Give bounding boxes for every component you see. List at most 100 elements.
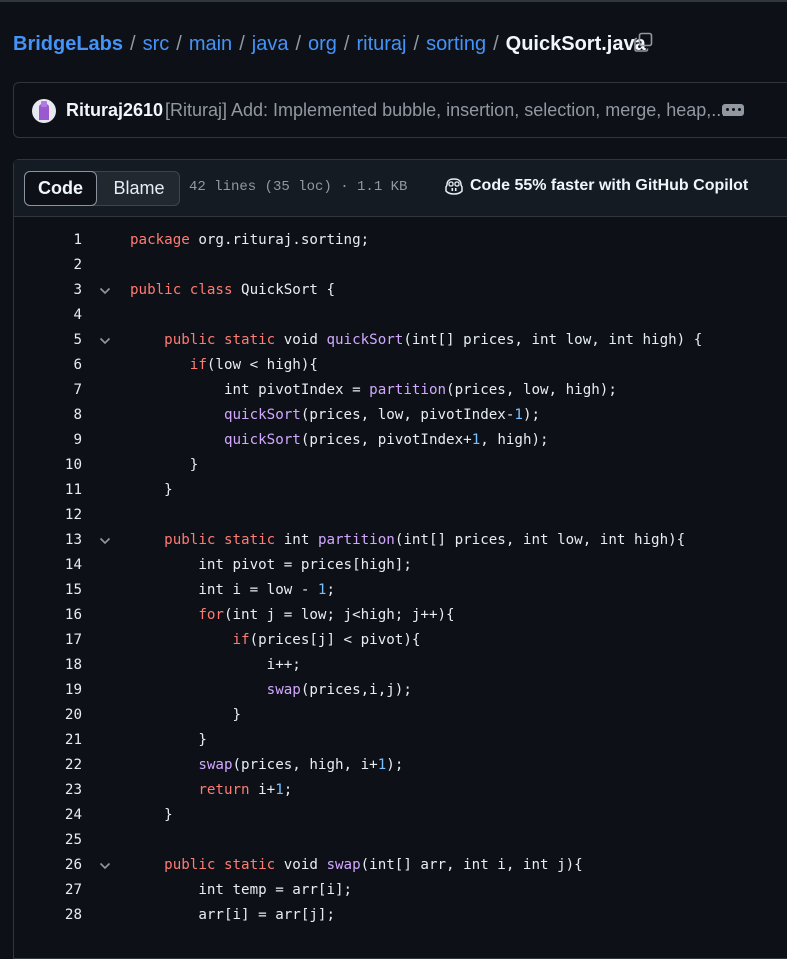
copy-path-button[interactable] (632, 30, 656, 54)
breadcrumb-separator: / (343, 32, 350, 55)
line-number[interactable]: 13 (22, 528, 82, 553)
avatar-head (41, 101, 47, 107)
line-number[interactable]: 3 (22, 278, 82, 303)
line-number[interactable]: 5 (22, 328, 82, 353)
line-number[interactable]: 12 (22, 503, 82, 528)
code-text: if(prices[j] < pivot){ (232, 632, 421, 648)
breadcrumb-separator: / (130, 32, 136, 55)
code-text: } (130, 482, 173, 498)
breadcrumb-main-link[interactable]: main (189, 33, 232, 56)
code-text: } (130, 732, 207, 748)
line-number[interactable]: 7 (22, 378, 82, 403)
tab-code[interactable]: Code (24, 171, 97, 206)
commit-author-link[interactable]: Rituraj2610 (66, 100, 163, 121)
code-text: int pivot = prices[high]; (130, 557, 412, 573)
code-text: for(int j = low; j<high; j++){ (198, 607, 455, 623)
line-number[interactable]: 19 (22, 678, 82, 703)
code-line: 23 return i+1; (14, 778, 787, 803)
code-line: 12 (14, 503, 787, 528)
code-line: 22 swap(prices, high, i+1); (14, 753, 787, 778)
code-line: 18 i++; (14, 653, 787, 678)
code-line: 6 if(low < high){ (14, 353, 787, 378)
breadcrumb-org-link[interactable]: org (308, 33, 337, 56)
line-number[interactable]: 16 (22, 603, 82, 628)
line-number[interactable]: 23 (22, 778, 82, 803)
code-text: int i = low - 1; (130, 582, 336, 598)
line-number[interactable]: 28 (22, 903, 82, 928)
code-text: return i+1; (198, 782, 293, 798)
kebab-horizontal-icon[interactable] (722, 104, 744, 116)
code-text: public static int partition(int[] prices… (164, 532, 686, 548)
line-number[interactable]: 2 (22, 253, 82, 278)
line-number[interactable]: 21 (22, 728, 82, 753)
line-number[interactable]: 6 (22, 353, 82, 378)
breadcrumb-rituraj-link[interactable]: rituraj (356, 33, 406, 56)
breadcrumb-separator: / (413, 32, 420, 55)
code-line: 27 int temp = arr[i]; (14, 878, 787, 903)
chevron-down-icon[interactable] (98, 284, 112, 298)
code-text: swap(prices, high, i+1); (198, 757, 404, 773)
chevron-down-icon[interactable] (98, 859, 112, 873)
code-text: quickSort(prices, pivotIndex+1, high); (223, 432, 549, 448)
copilot-promo-link[interactable]: Code 55% faster with GitHub Copilot (444, 177, 748, 195)
line-number[interactable]: 24 (22, 803, 82, 828)
latest-commit-box: Rituraj2610 [Rituraj] Add: Implemented b… (13, 82, 787, 138)
breadcrumb-separator: / (239, 32, 245, 55)
code-line: 3 public class QuickSort { (14, 278, 787, 303)
code-text: public static void quickSort(int[] price… (164, 332, 703, 348)
line-number[interactable]: 4 (22, 303, 82, 328)
line-number[interactable]: 17 (22, 628, 82, 653)
chevron-down-icon[interactable] (98, 334, 112, 348)
code-text: } (130, 457, 199, 473)
file-info: 42 lines (35 loc) · 1.1 KB (189, 179, 408, 195)
breadcrumb-separator: / (493, 32, 499, 55)
copilot-icon (445, 178, 463, 195)
line-number[interactable]: 9 (22, 428, 82, 453)
code-text: } (130, 707, 242, 723)
line-number[interactable]: 11 (22, 478, 82, 503)
line-number[interactable]: 22 (22, 753, 82, 778)
breadcrumb-separator: / (295, 32, 302, 55)
line-number[interactable]: 20 (22, 703, 82, 728)
code-line: 9 quickSort(prices, pivotIndex+1, high); (14, 428, 787, 453)
line-number[interactable]: 8 (22, 403, 82, 428)
breadcrumb-src-link[interactable]: src (143, 33, 170, 56)
line-number[interactable]: 18 (22, 653, 82, 678)
breadcrumb-java-link[interactable]: java (252, 33, 289, 56)
breadcrumb-repo-link[interactable]: BridgeLabs (13, 33, 123, 56)
chevron-down-icon[interactable] (98, 534, 112, 548)
code-line: 26 public static void swap(int[] arr, in… (14, 853, 787, 878)
code-text: if(low < high){ (189, 357, 318, 373)
code-text: int temp = arr[i]; (130, 882, 353, 898)
code-line: 16 for(int j = low; j<high; j++){ (14, 603, 787, 628)
code-text: public static void swap(int[] arr, int i… (164, 857, 583, 873)
line-number[interactable]: 15 (22, 578, 82, 603)
line-number[interactable]: 1 (22, 228, 82, 253)
code-line: 24 } (14, 803, 787, 828)
line-number[interactable]: 26 (22, 853, 82, 878)
file-header: Code Blame 42 lines (35 loc) · 1.1 KB Co… (14, 160, 787, 217)
code-text: public class QuickSort { (130, 282, 336, 298)
breadcrumb-sorting-link[interactable]: sorting (426, 33, 486, 56)
copilot-promo-text: Code 55% faster with GitHub Copilot (470, 177, 749, 194)
code-line: 4 (14, 303, 787, 328)
code-text: } (130, 807, 173, 823)
code-text: package org.rituraj.sorting; (130, 232, 370, 248)
code-line: 25 (14, 828, 787, 853)
breadcrumb-separator: / (176, 32, 182, 55)
line-number[interactable]: 14 (22, 553, 82, 578)
code-line: 1 package org.rituraj.sorting; (14, 228, 787, 253)
line-number[interactable]: 27 (22, 878, 82, 903)
avatar[interactable] (32, 99, 56, 123)
code-line: 19 swap(prices,i,j); (14, 678, 787, 703)
line-number[interactable]: 25 (22, 828, 82, 853)
code-line: 10 } (14, 453, 787, 478)
code-line: 21 } (14, 728, 787, 753)
commit-message-link[interactable]: [Rituraj] Add: Implemented bubble, inser… (165, 100, 726, 121)
code-line: 13 public static int partition(int[] pri… (14, 528, 787, 553)
code-line: 28 arr[i] = arr[j]; (14, 903, 787, 928)
code-line: 8 quickSort(prices, low, pivotIndex-1); (14, 403, 787, 428)
top-divider (0, 0, 787, 2)
line-number[interactable]: 10 (22, 453, 82, 478)
tab-blame[interactable]: Blame (97, 172, 181, 205)
